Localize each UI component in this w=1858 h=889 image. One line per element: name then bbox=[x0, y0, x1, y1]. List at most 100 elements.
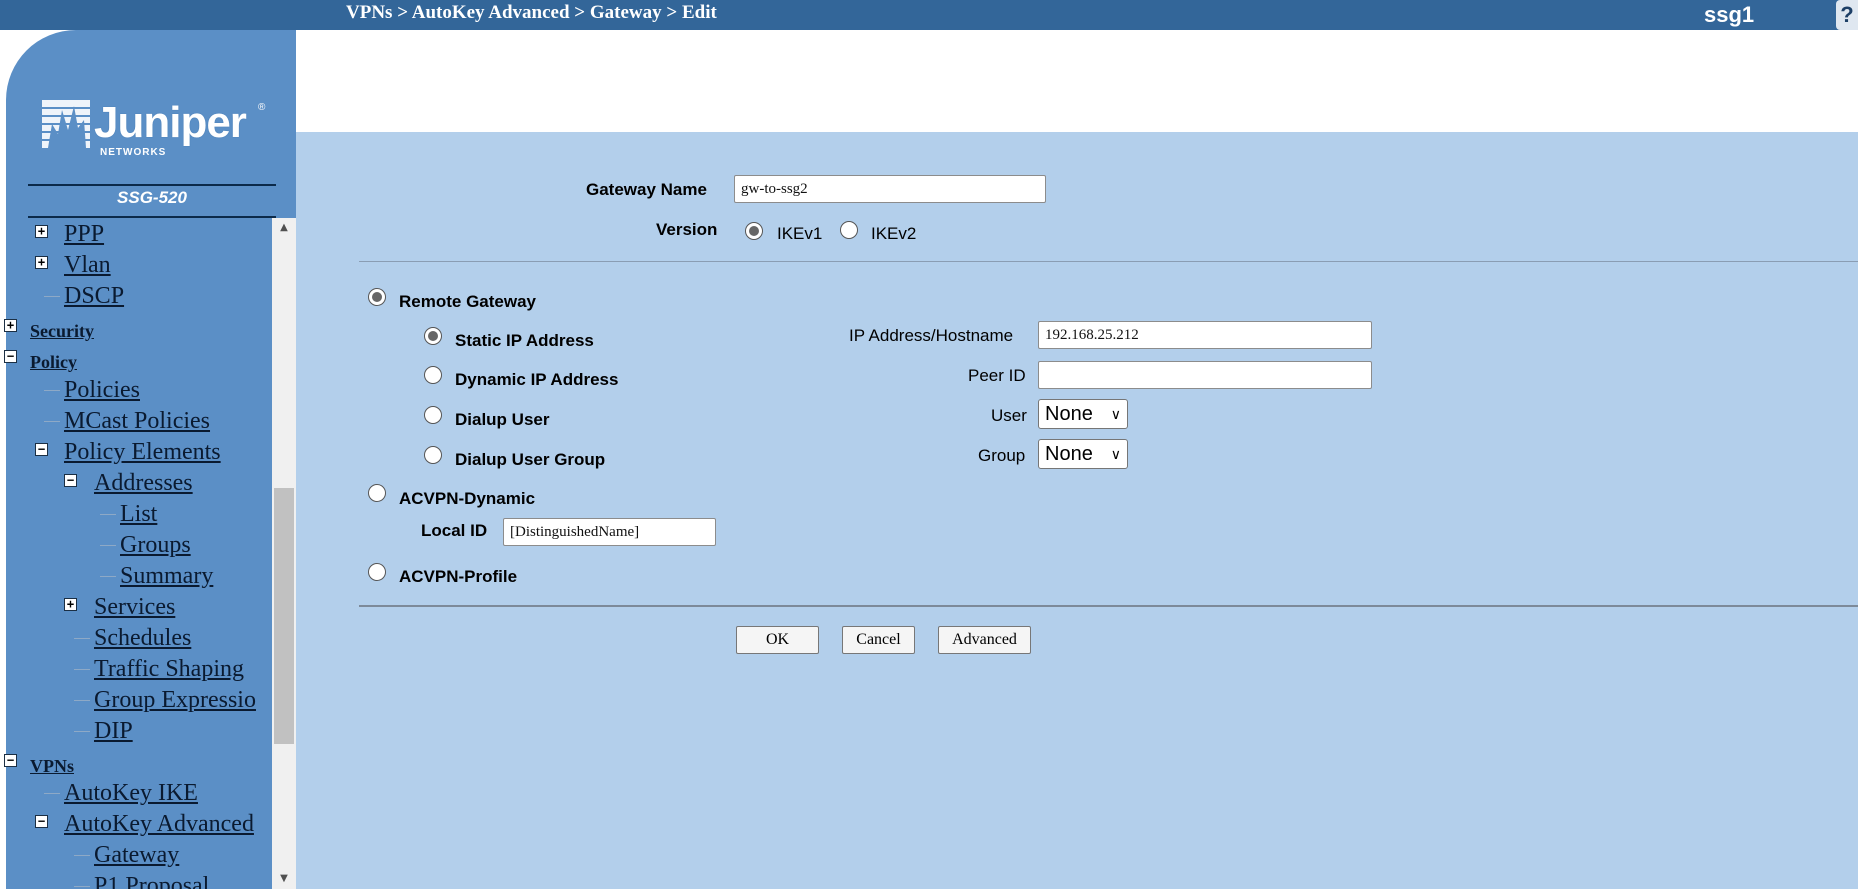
nav-item-policy[interactable]: Policy bbox=[30, 351, 77, 373]
version-label: Version bbox=[656, 220, 718, 239]
gateway-name-label: Gateway Name bbox=[586, 180, 707, 199]
nav-item-gateway[interactable]: Gateway bbox=[94, 842, 179, 868]
chevron-down-icon: ∨ bbox=[1110, 406, 1121, 422]
local-id-input[interactable]: [DistinguishedName] bbox=[503, 518, 716, 546]
nav-item-group-expressio[interactable]: Group Expressio bbox=[94, 687, 256, 713]
divider bbox=[28, 184, 276, 186]
scrollbar-thumb[interactable] bbox=[274, 488, 294, 744]
ip-address-label: IP Address/Hostname bbox=[849, 326, 1014, 345]
logo-registered-mark: ® bbox=[258, 102, 266, 113]
peer-id-input[interactable] bbox=[1038, 361, 1372, 389]
nav-item-policy-elements[interactable]: Policy Elements bbox=[64, 439, 221, 465]
tree-connector-line bbox=[74, 700, 90, 701]
version-ikev2-label: IKEv2 bbox=[871, 224, 917, 243]
nav-item-policies[interactable]: Policies bbox=[64, 377, 140, 403]
ok-button[interactable]: OK bbox=[736, 626, 819, 654]
tree-connector-line bbox=[44, 296, 60, 297]
dynamic-ip-label: Dynamic IP Address bbox=[455, 370, 619, 389]
peer-id-label: Peer ID bbox=[968, 366, 1026, 385]
acvpn-profile-radio[interactable] bbox=[368, 563, 386, 581]
dialup-user-radio[interactable] bbox=[424, 406, 442, 424]
cancel-button[interactable]: Cancel bbox=[842, 626, 915, 654]
logo-subtitle: NETWORKS bbox=[100, 147, 167, 158]
device-hostname: ssg1 bbox=[1704, 2, 1755, 27]
tree-connector-line bbox=[74, 638, 90, 639]
tree-connector-line bbox=[100, 514, 116, 515]
remote-gateway-label: Remote Gateway bbox=[399, 292, 536, 311]
collapse-toggle-icon[interactable]: − bbox=[35, 815, 48, 828]
group-select-value: None bbox=[1045, 443, 1093, 465]
version-ikev1-label: IKEv1 bbox=[777, 224, 823, 243]
gateway-edit-form: Gateway Name gw-to-ssg2 Version IKEv1 IK… bbox=[296, 132, 1858, 889]
acvpn-profile-label: ACVPN-Profile bbox=[399, 567, 518, 586]
static-ip-radio[interactable] bbox=[424, 327, 442, 345]
tree-connector-line bbox=[100, 576, 116, 577]
nav-item-dip[interactable]: DIP bbox=[94, 718, 133, 744]
nav-item-traffic-shaping[interactable]: Traffic Shaping bbox=[94, 656, 244, 682]
expand-toggle-icon[interactable]: + bbox=[35, 225, 48, 238]
help-icon[interactable]: ? bbox=[1836, 0, 1858, 30]
tree-connector-line bbox=[74, 669, 90, 670]
breadcrumb: VPNs > AutoKey Advanced > Gateway > Edit bbox=[346, 2, 717, 23]
chevron-down-icon: ∨ bbox=[1110, 446, 1121, 462]
nav-item-security[interactable]: Security bbox=[30, 320, 94, 342]
nav-item-autokey-advanced[interactable]: AutoKey Advanced bbox=[64, 811, 254, 837]
collapse-toggle-icon[interactable]: − bbox=[64, 474, 77, 487]
logo-wordmark: Juniper bbox=[94, 98, 247, 147]
nav-item-list[interactable]: List bbox=[120, 501, 157, 527]
acvpn-dynamic-label: ACVPN-Dynamic bbox=[399, 489, 536, 508]
dynamic-ip-radio[interactable] bbox=[424, 366, 442, 384]
section-divider bbox=[359, 605, 1858, 607]
collapse-toggle-icon[interactable]: − bbox=[4, 350, 17, 363]
dialup-user-label: Dialup User bbox=[455, 410, 550, 429]
version-ikev1-radio[interactable] bbox=[745, 222, 763, 240]
group-select[interactable]: None ∨ bbox=[1038, 439, 1128, 469]
section-divider bbox=[359, 261, 1858, 262]
local-id-label: Local ID bbox=[421, 521, 488, 540]
scroll-down-arrow-icon[interactable]: ▼ bbox=[272, 869, 296, 889]
nav-item-mcast-policies[interactable]: MCast Policies bbox=[64, 408, 210, 434]
user-select[interactable]: None ∨ bbox=[1038, 399, 1128, 429]
collapse-toggle-icon[interactable]: − bbox=[35, 443, 48, 456]
dialup-user-group-label: Dialup User Group bbox=[455, 450, 606, 469]
dialup-user-group-radio[interactable] bbox=[424, 446, 442, 464]
group-label: Group bbox=[978, 446, 1026, 465]
tree-connector-line bbox=[74, 886, 90, 887]
tree-connector-line bbox=[74, 731, 90, 732]
nav-item-groups[interactable]: Groups bbox=[120, 532, 191, 558]
nav-item-addresses[interactable]: Addresses bbox=[94, 470, 193, 496]
nav-item-autokey-ike[interactable]: AutoKey IKE bbox=[64, 780, 198, 806]
tree-connector-line bbox=[100, 545, 116, 546]
juniper-flame-icon bbox=[42, 100, 90, 148]
nav-item-dscp[interactable]: DSCP bbox=[64, 283, 124, 309]
nav-item-schedules[interactable]: Schedules bbox=[94, 625, 191, 651]
static-ip-label: Static IP Address bbox=[455, 331, 594, 350]
expand-toggle-icon[interactable]: + bbox=[35, 256, 48, 269]
juniper-logo: Juniper NETWORKS ® bbox=[38, 94, 268, 184]
navigation-sidebar: Juniper NETWORKS ® SSG-520 + PPP + Vlan DSCP… bbox=[0, 30, 296, 889]
user-select-value: None bbox=[1045, 403, 1093, 425]
tree-connector-line bbox=[44, 390, 60, 391]
tree-connector-line bbox=[44, 793, 60, 794]
navigation-tree: + PPP + Vlan DSCP + Security − Policy Policies MCa… bbox=[0, 218, 272, 889]
gateway-name-input[interactable]: gw-to-ssg2 bbox=[734, 175, 1046, 203]
nav-item-vpns[interactable]: VPNs bbox=[30, 755, 74, 777]
nav-item-p1-proposal[interactable]: P1 Proposal bbox=[94, 873, 209, 889]
sidebar-scrollbar[interactable]: ▲ ▼ bbox=[272, 218, 296, 889]
remote-gateway-radio[interactable] bbox=[368, 288, 386, 306]
expand-toggle-icon[interactable]: + bbox=[4, 319, 17, 332]
nav-item-summary[interactable]: Summary bbox=[120, 563, 213, 589]
tree-connector-line bbox=[74, 855, 90, 856]
device-model: SSG-520 bbox=[117, 188, 187, 207]
expand-toggle-icon[interactable]: + bbox=[64, 598, 77, 611]
advanced-button[interactable]: Advanced bbox=[938, 626, 1031, 654]
collapse-toggle-icon[interactable]: − bbox=[4, 754, 17, 767]
scroll-up-arrow-icon[interactable]: ▲ bbox=[272, 218, 296, 238]
nav-item-ppp[interactable]: PPP bbox=[64, 221, 104, 247]
nav-item-services[interactable]: Services bbox=[94, 594, 175, 620]
ip-address-input[interactable]: 192.168.25.212 bbox=[1038, 321, 1372, 349]
user-label: User bbox=[991, 406, 1027, 425]
acvpn-dynamic-radio[interactable] bbox=[368, 484, 386, 502]
version-ikev2-radio[interactable] bbox=[840, 221, 858, 239]
nav-item-vlan[interactable]: Vlan bbox=[64, 252, 111, 278]
